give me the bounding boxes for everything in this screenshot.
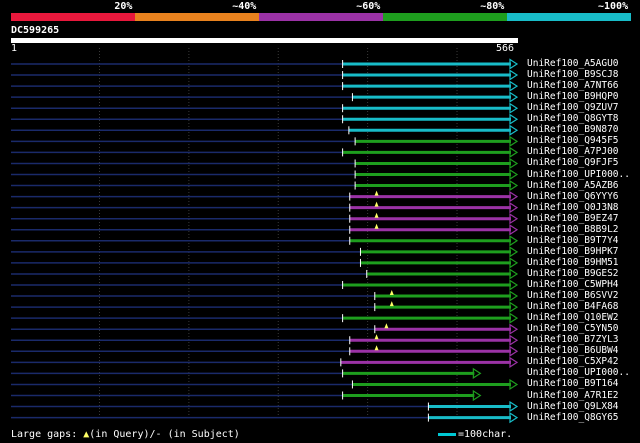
hit-arrow-icon	[509, 323, 519, 335]
hit-label[interactable]: UniRef100_A7R1E2	[527, 390, 619, 401]
hit-label[interactable]: UniRef100_Q9LX84	[527, 401, 619, 412]
query-gap-marker-icon	[384, 323, 389, 329]
hit-label[interactable]: UniRef100_B9T7Y4	[527, 235, 619, 246]
hit-label[interactable]: UniRef100_B8B9L2	[527, 224, 619, 235]
hit-arrow-icon	[509, 58, 519, 70]
hit-arrow-icon	[509, 135, 519, 147]
scale-swatch-icon	[438, 432, 456, 436]
hit-arrow-icon	[509, 168, 519, 181]
hit-arrow-icon	[509, 69, 519, 81]
hit-label[interactable]: UniRef100_Q945F5	[527, 136, 619, 146]
hit-arrow-icon	[509, 312, 519, 324]
hit-arrow-icon	[509, 224, 519, 236]
hit-arrow-icon	[509, 279, 519, 291]
gap-legend-prefix: Large gaps:	[11, 429, 84, 440]
hit-arrow-icon	[509, 191, 519, 203]
hit-label[interactable]: UniRef100_B9HPK7	[527, 246, 619, 257]
hit-label[interactable]: UniRef100_B7ZYL3	[527, 335, 619, 345]
hit-label[interactable]: UniRef100_A7NT66	[527, 81, 619, 91]
hit-arrow-icon	[509, 378, 519, 391]
hit-arrow-icon	[509, 91, 519, 103]
hit-arrow-icon	[509, 268, 519, 280]
hit-label[interactable]: UniRef100_C5XP42	[527, 357, 619, 367]
query-gap-marker-icon	[374, 212, 379, 218]
hit-arrow-icon	[509, 157, 519, 170]
hit-arrow-icon	[509, 146, 519, 158]
hit-label[interactable]: UniRef100_A5AZB6	[527, 180, 619, 191]
query-gap-marker-icon	[374, 334, 379, 340]
query-gap-marker-icon	[374, 345, 379, 351]
hit-arrow-icon	[509, 334, 519, 346]
hit-arrow-icon	[472, 367, 482, 379]
hit-label[interactable]: UniRef100_Q0J3N8	[527, 202, 619, 213]
hit-label[interactable]: UniRef100_Q8GYT8	[527, 114, 619, 124]
gap-legend: Large gaps: ▲(in Query)/- (in Subject)	[11, 429, 240, 441]
hit-arrow-icon	[509, 290, 519, 302]
hit-arrow-icon	[509, 124, 519, 136]
query-gap-marker-icon	[389, 290, 394, 296]
hit-arrow-icon	[509, 257, 519, 269]
hit-label[interactable]: UniRef100_Q8GY65	[527, 412, 619, 423]
hit-arrow-icon	[472, 389, 482, 402]
hit-arrow-icon	[509, 400, 519, 413]
query-gap-marker-icon	[389, 301, 394, 307]
query-gap-marker-icon	[374, 201, 379, 207]
hit-label[interactable]: UniRef100_B6UBW4	[527, 346, 619, 356]
hit-arrow-icon	[509, 235, 519, 247]
hit-label[interactable]: UniRef100_B4FA68	[527, 302, 619, 312]
hit-label[interactable]: UniRef100_B9GES2	[527, 268, 619, 279]
gap-legend-subject-text: (in Subject)	[161, 429, 240, 440]
hit-label[interactable]: UniRef100_Q10EW2	[527, 313, 619, 323]
scale-legend-text: =100char.	[458, 429, 513, 440]
hit-label[interactable]: UniRef100_B9SCJ8	[527, 70, 619, 80]
gap-legend-query-text: (in Query)/	[89, 429, 156, 440]
hit-arrow-icon	[509, 80, 519, 92]
hit-arrow-icon	[509, 102, 519, 114]
hit-label[interactable]: UniRef100_A7PJ00	[527, 147, 619, 157]
hit-arrow-icon	[509, 213, 519, 225]
hit-arrow-icon	[509, 202, 519, 214]
hit-label[interactable]: UniRef100_Q9ZUV7	[527, 103, 619, 113]
hit-label[interactable]: UniRef100_UPI000..	[527, 169, 630, 180]
hit-label[interactable]: UniRef100_B9EZ47	[527, 213, 619, 224]
hit-label[interactable]: UniRef100_C5YN50	[527, 324, 619, 334]
hit-label[interactable]: UniRef100_B9HQP0	[527, 92, 619, 102]
hit-arrow-icon	[509, 345, 519, 357]
hit-label[interactable]: UniRef100_Q6YYY6	[527, 191, 619, 202]
hit-arrow-icon	[509, 356, 519, 368]
hit-arrow-icon	[509, 301, 519, 313]
hit-label[interactable]: UniRef100_UPI000..	[527, 368, 630, 378]
hit-label[interactable]: UniRef100_A5AGU0	[527, 59, 619, 69]
hit-arrow-icon	[509, 179, 519, 192]
hit-label[interactable]: UniRef100_C5WPH4	[527, 280, 619, 290]
scale-legend: =100char.	[438, 429, 512, 441]
hit-arrow-icon	[509, 246, 519, 258]
hit-label[interactable]: UniRef100_B6SVV2	[527, 291, 619, 301]
hit-arrow-icon	[509, 412, 519, 424]
hit-arrow-icon	[509, 113, 519, 125]
hit-label[interactable]: UniRef100_B9HM51	[527, 257, 619, 268]
hit-label[interactable]: UniRef100_B9N870	[527, 125, 619, 135]
hit-label[interactable]: UniRef100_Q9FJF5	[527, 158, 619, 168]
query-gap-marker-icon	[374, 190, 379, 196]
hit-label[interactable]: UniRef100_B9T164	[527, 379, 619, 389]
query-gap-marker-icon	[374, 223, 379, 229]
